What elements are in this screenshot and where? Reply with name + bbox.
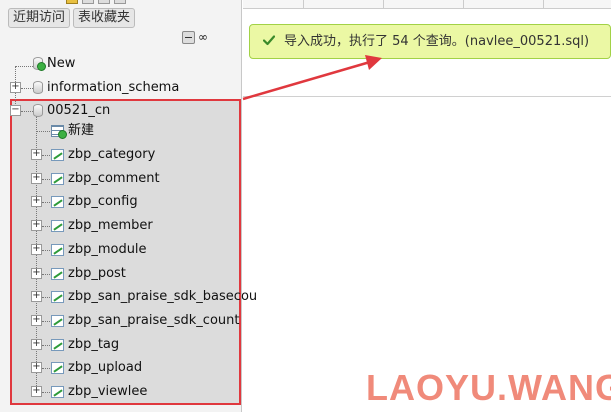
tree-line [42,368,50,369]
tree-line [42,274,50,275]
tab-favorites[interactable]: 表收藏夹 [73,8,136,28]
table-label[interactable]: zbp_config [68,192,138,212]
navigation-panel: 近期访问 表收藏夹 ∞ New + information_schema − 00… [0,0,257,412]
tree-node-table[interactable]: + zbp_member [0,216,240,236]
table-icon [51,268,64,280]
database-label[interactable]: information_schema [47,78,179,98]
expand-icon[interactable]: + [31,362,42,373]
tree-node-table[interactable]: + zbp_san_praise_sdk_basecou [0,287,257,307]
table-icon [51,220,64,232]
tree-line [42,155,50,156]
expand-icon[interactable]: + [31,220,42,231]
table-icon [51,291,64,303]
top-toolbar-icons[interactable] [66,0,130,4]
tree-line [42,321,50,322]
tree-node-table[interactable]: + zbp_config [0,192,240,212]
table-icon [51,244,64,256]
database-icon [33,81,43,94]
table-label[interactable]: zbp_tag [68,335,119,355]
expand-icon[interactable]: + [31,291,42,302]
expand-icon[interactable]: + [31,315,42,326]
expand-icon[interactable]: + [31,196,42,207]
tree-node-table[interactable]: + zbp_viewlee [0,382,240,402]
table-label[interactable]: zbp_san_praise_sdk_basecou [68,287,257,307]
tree-line [42,297,50,298]
table-label[interactable]: zbp_viewlee [68,382,147,402]
collapse-icon[interactable]: − [10,105,21,116]
table-icon [51,362,64,374]
home-icon[interactable] [66,0,78,4]
table-label[interactable]: zbp_post [68,264,126,284]
tree-controls: ∞ [182,31,216,46]
watermark: LAOYU.WANG [366,367,611,408]
table-icon [51,339,64,351]
expand-icon[interactable]: + [31,386,42,397]
exit-icon[interactable] [82,0,94,4]
tree-node-table[interactable]: + zbp_upload [0,358,240,378]
new-database-icon [33,57,46,71]
table-label[interactable]: zbp_category [68,145,155,165]
database-label[interactable]: 00521_cn [47,101,110,121]
tree-line [42,202,50,203]
create-table-label[interactable]: 新建 [68,121,94,141]
check-icon [263,35,275,46]
docs-icon[interactable] [114,0,126,4]
tree-node-00521-cn[interactable]: − 00521_cn [0,101,240,121]
tree-line [21,88,33,89]
expand-icon[interactable]: + [31,173,42,184]
tree-line [42,345,50,346]
table-label[interactable]: zbp_comment [68,169,160,189]
tree-line [42,392,50,393]
table-label[interactable]: zbp_module [68,240,147,260]
tree-node-create-table[interactable]: 新建 [0,121,240,141]
tree-node-information-schema[interactable]: + information_schema [0,78,240,98]
collapse-all-button[interactable] [182,31,195,44]
tree-line [42,179,50,180]
link-icon[interactable]: ∞ [198,31,213,44]
tree-node-table[interactable]: + zbp_tag [0,335,240,355]
tree-line [42,226,50,227]
expand-icon[interactable]: + [31,268,42,279]
table-label[interactable]: zbp_member [68,216,153,236]
tree-node-table[interactable]: + zbp_san_praise_sdk_count [0,311,240,331]
tree-line [21,111,33,112]
nav-tabs: 近期访问 表收藏夹 [8,8,138,28]
expand-icon[interactable]: + [31,339,42,350]
top-tab-strip [243,0,611,9]
expand-icon[interactable]: + [31,149,42,160]
tab-recent[interactable]: 近期访问 [8,8,71,28]
table-icon [51,173,64,185]
table-icon [51,315,64,327]
settings-icon[interactable] [98,0,110,4]
table-icon [51,196,64,208]
table-icon [51,149,64,161]
tree-line [42,250,50,251]
new-table-icon [51,125,67,139]
success-notice: 导入成功，执行了 54 个查询。(navlee_00521.sql) [249,24,611,59]
tree-node-table[interactable]: + zbp_post [0,264,240,284]
table-icon [51,386,64,398]
content-divider [243,96,611,97]
database-icon [33,104,43,117]
table-label[interactable]: zbp_san_praise_sdk_count [68,311,239,331]
expand-icon[interactable]: + [31,244,42,255]
tree-node-new-label[interactable]: New [47,54,75,74]
tree-line [36,131,50,132]
tree-node-table[interactable]: + zbp_category [0,145,240,165]
success-message: 导入成功，执行了 54 个查询。(navlee_00521.sql) [284,34,590,49]
tree-node-new[interactable]: New [0,54,240,74]
expand-icon[interactable]: + [10,82,21,93]
table-label[interactable]: zbp_upload [68,358,142,378]
tree-node-table[interactable]: + zbp_comment [0,169,240,189]
tree-node-table[interactable]: + zbp_module [0,240,240,260]
